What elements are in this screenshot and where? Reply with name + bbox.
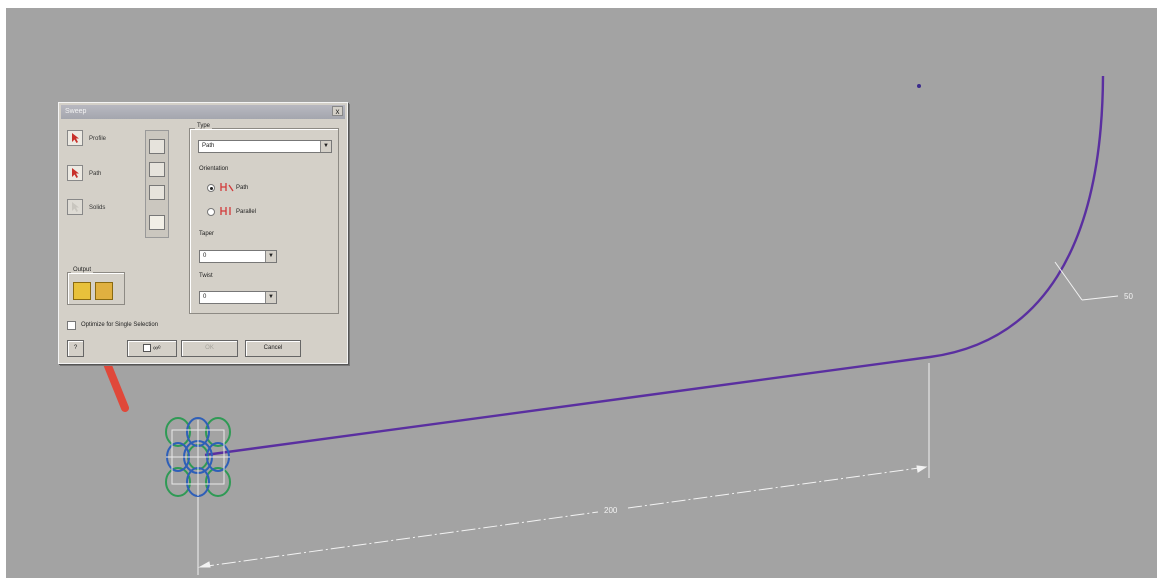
select-arrow-icon	[72, 133, 79, 143]
orientation-path-label: Path	[236, 185, 249, 191]
taper-label: Taper	[199, 231, 215, 237]
length-dimension-value: 200	[604, 506, 618, 515]
orientation-parallel-radio[interactable]	[207, 208, 215, 216]
radius-dimension-value: 50	[1124, 292, 1133, 301]
orientation-label: Orientation	[199, 166, 229, 172]
new-solid-button[interactable]	[149, 215, 165, 230]
solid-output-button[interactable]	[73, 282, 91, 300]
path-orientation-icon	[220, 183, 234, 192]
taper-value: 0	[203, 253, 207, 259]
cut-button[interactable]	[149, 162, 165, 177]
operation-toolbar	[145, 130, 169, 238]
dialog-title: Sweep	[65, 108, 87, 115]
glasses-icon: ∞ᵉ	[153, 345, 161, 352]
type-label: Type	[195, 123, 213, 129]
radius-dimension[interactable]	[1054, 261, 1119, 301]
dialog-titlebar[interactable]: Sweep	[61, 105, 345, 119]
chevron-down-icon: ▼	[265, 251, 276, 262]
close-button[interactable]: x	[332, 106, 343, 116]
chevron-down-icon: ▼	[265, 292, 276, 303]
chevron-down-icon: ▼	[320, 141, 331, 152]
twist-value: 0	[203, 294, 207, 300]
parallel-orientation-icon	[220, 207, 231, 215]
type-group	[189, 128, 339, 314]
select-arrow-icon	[72, 168, 79, 178]
sketch-point[interactable]	[917, 84, 921, 88]
orientation-path-radio[interactable]	[207, 184, 215, 192]
taper-input[interactable]: 0 ▼	[199, 250, 277, 263]
ok-button[interactable]: OK	[181, 340, 238, 357]
solids-label: Solids	[89, 205, 106, 211]
profile-label: Profile	[89, 136, 107, 142]
type-value: Path	[202, 143, 215, 149]
orientation-parallel-label: Parallel	[236, 209, 257, 215]
sweep-profile[interactable]	[165, 417, 231, 497]
cancel-button[interactable]: Cancel	[245, 340, 301, 357]
surface-output-button[interactable]	[95, 282, 113, 300]
solids-select-button[interactable]	[67, 199, 83, 215]
length-dimension[interactable]	[197, 363, 930, 575]
profile-select-button[interactable]	[67, 130, 83, 146]
optimize-checkbox[interactable]	[67, 321, 76, 330]
twist-label: Twist	[199, 273, 213, 279]
select-arrow-icon	[72, 202, 79, 212]
type-dropdown[interactable]: Path ▼	[198, 140, 332, 153]
path-label: Path	[89, 171, 102, 177]
join-button[interactable]	[149, 139, 165, 154]
sweep-dialog: Sweep x Profile Path Solids Type Path ▼ …	[58, 102, 348, 364]
path-select-button[interactable]	[67, 165, 83, 181]
optimize-label: Optimize for Single Selection	[81, 322, 159, 328]
intersect-button[interactable]	[149, 185, 165, 200]
preview-toggle-button[interactable]: ∞ᵉ	[127, 340, 177, 357]
twist-input[interactable]: 0 ▼	[199, 291, 277, 304]
help-button[interactable]: ?	[67, 340, 84, 357]
output-label: Output	[71, 267, 94, 273]
